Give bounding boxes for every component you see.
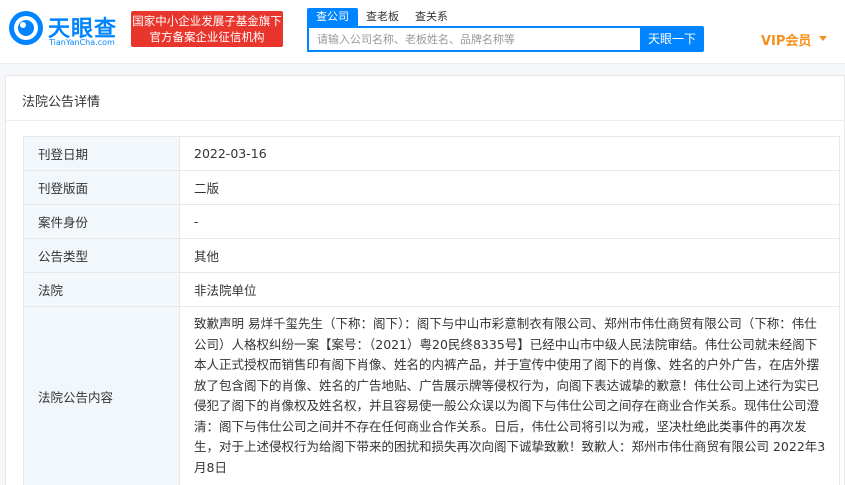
row-label-notice-type: 公告类型 (23, 238, 180, 273)
tab-relation[interactable]: 查关系 (415, 8, 448, 26)
table-row: 法院 非法院单位 (23, 272, 840, 307)
row-value-case-role: - (179, 204, 840, 239)
row-label-case-role: 案件身份 (23, 204, 180, 239)
row-label-page-section: 刊登版面 (23, 170, 180, 205)
row-value-court: 非法院单位 (179, 272, 840, 307)
badge-line-2: 官方备案企业征信机构 (149, 30, 265, 44)
row-label-court: 法院 (23, 272, 180, 307)
row-value-page-section: 二版 (179, 170, 840, 205)
search-input[interactable] (309, 29, 640, 51)
page-title: 法院公告详情 (22, 95, 101, 110)
table-row: 公告类型 其他 (23, 238, 840, 273)
logo-domain: TianYanCha.com (49, 38, 115, 47)
search-box (307, 26, 640, 52)
tab-company[interactable]: 查公司 (307, 8, 358, 26)
tab-boss[interactable]: 查老板 (366, 8, 399, 26)
table-row: 刊登日期 2022-03-16 (23, 136, 840, 171)
row-label-publish-date: 刊登日期 (23, 136, 180, 171)
row-value-notice-content: 致歉声明 易烊千玺先生（下称：阁下）：阁下与中山市彩意制衣有限公司、郑州市伟仕商… (179, 306, 840, 485)
row-value-notice-type: 其他 (179, 238, 840, 273)
title-divider (6, 120, 845, 121)
chevron-down-icon[interactable] (819, 36, 827, 41)
official-badge: 国家中小企业发展子基金旗下 官方备案企业征信机构 (131, 11, 283, 47)
vip-membership-link[interactable]: VIP会员 (761, 30, 811, 49)
logo[interactable]: 天眼查 TianYanCha.com (8, 8, 126, 48)
table-row: 法院公告内容 致歉声明 易烊千玺先生（下称：阁下）：阁下与中山市彩意制衣有限公司… (23, 306, 840, 485)
badge-line-1: 国家中小企业发展子基金旗下 (132, 14, 282, 28)
search-button[interactable]: 天眼一下 (640, 26, 704, 52)
court-notice-card: 法院公告详情 刊登日期 2022-03-16 刊登版面 二版 案件身份 - 公告… (5, 75, 845, 485)
table-row: 刊登版面 二版 (23, 170, 840, 205)
row-label-notice-content: 法院公告内容 (23, 306, 180, 485)
row-value-publish-date: 2022-03-16 (179, 136, 840, 171)
notice-detail-table: 刊登日期 2022-03-16 刊登版面 二版 案件身份 - 公告类型 其他 法… (23, 136, 840, 485)
tianyancha-logo-icon (9, 11, 43, 45)
table-row: 案件身份 - (23, 204, 840, 239)
top-header: 天眼查 TianYanCha.com 国家中小企业发展子基金旗下 官方备案企业征… (0, 0, 845, 64)
